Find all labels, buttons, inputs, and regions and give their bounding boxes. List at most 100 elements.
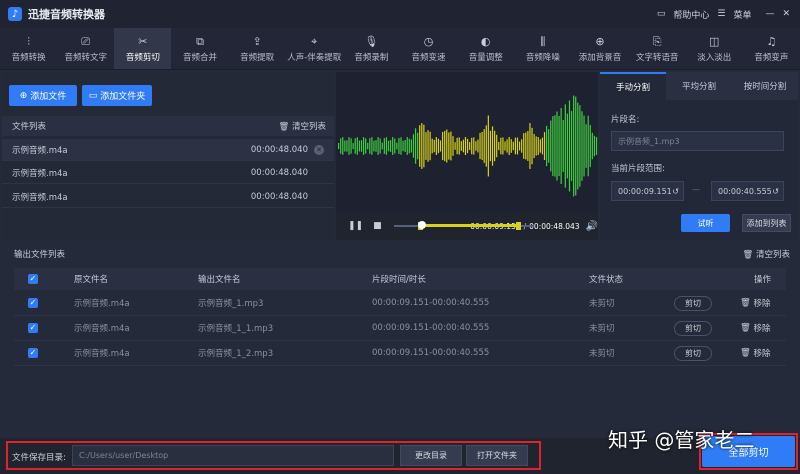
tool-speed[interactable]: ◷ 音频变速 <box>400 28 457 69</box>
wave-bar <box>512 141 514 151</box>
wave-bar <box>539 139 541 153</box>
output-row[interactable]: ✓ 示例音频.m4a 示例音频_1.mp3 00:00:09.151-00:00:40… <box>14 291 786 316</box>
close-button[interactable]: ✕ <box>782 9 790 19</box>
wave-bar <box>523 133 525 159</box>
output-clear-button[interactable]: 🗑 清空列表 <box>742 248 790 260</box>
wave-bar <box>471 137 473 155</box>
waveform-svg <box>338 95 598 197</box>
tool-vocal[interactable]: ⌖ 人声-伴奏提取 <box>286 28 343 69</box>
wave-bar <box>406 137 408 155</box>
tool-tts[interactable]: ⎘ 文字转语音 <box>629 28 686 69</box>
start-time-input[interactable]: 00:00:09.151 ↺ <box>611 181 684 201</box>
wave-bar <box>508 137 510 155</box>
output-row[interactable]: ✓ 示例音频.m4a 示例音频_1_1.mp3 00:00:09.151-00:00:… <box>14 316 786 341</box>
wave-bar <box>427 130 429 162</box>
clear-list-button[interactable]: 🗑 清空列表 <box>278 120 326 132</box>
wave-bar <box>385 137 388 155</box>
file-list-title: 文件列表 <box>12 122 47 132</box>
select-all-checkbox[interactable]: ✓ <box>28 274 38 284</box>
remove-button[interactable]: 🗑 移除 <box>740 316 771 340</box>
tool-merge[interactable]: ⧉ 音频合并 <box>171 28 228 69</box>
wave-bar <box>479 132 481 160</box>
tool-waveform[interactable]: ⫶ 音频转换 <box>0 28 57 69</box>
segment-name-input[interactable]: 示例音频_1.mp3 <box>611 131 784 151</box>
tab-time-split[interactable]: 按时间分割 <box>732 72 798 100</box>
wave-bar <box>585 124 587 168</box>
wave-bar <box>566 113 568 179</box>
source-file: 示例音频.m4a <box>74 349 130 359</box>
save-dir-input[interactable]: C:/Users/user/Desktop <box>72 445 394 466</box>
remove-file-icon[interactable]: ✕ <box>314 144 324 155</box>
preview-button[interactable]: 试听 <box>681 214 730 232</box>
wave-bar <box>417 132 419 160</box>
remove-button[interactable]: 🗑 移除 <box>740 291 771 315</box>
add-folder-button[interactable]: ▭ 添加文件夹 <box>82 85 152 106</box>
menu-icon[interactable]: ☰ <box>717 9 725 19</box>
wave-bar <box>568 100 571 192</box>
wave-bar <box>454 142 456 150</box>
wave-bar <box>456 137 458 155</box>
minimize-button[interactable]: — <box>765 9 774 19</box>
tool-volume[interactable]: ◐ 音量调整 <box>457 28 514 69</box>
voice-change-icon: ♫ <box>766 34 777 48</box>
tool-mic[interactable]: 🎙 音频录制 <box>343 28 400 69</box>
add-to-list-button[interactable]: 添加到列表 <box>742 214 791 232</box>
volume-icon[interactable]: 🔊 <box>586 221 598 232</box>
wave-bar <box>554 115 556 177</box>
merge-icon: ⧉ <box>196 34 204 48</box>
wave-bar <box>433 139 435 153</box>
file-row[interactable]: 示例音频.m4a 00:00:48.040 ✕ <box>2 139 334 161</box>
watermark: 知乎 @管家老二 <box>608 428 755 452</box>
tts-icon: ⎘ <box>652 34 662 48</box>
output-row[interactable]: ✓ 示例音频.m4a 示例音频_1_2.mp3 00:00:09.151-00:00:… <box>14 341 786 366</box>
trash-icon: 🗑 <box>740 323 751 333</box>
range-end-handle[interactable] <box>515 222 521 230</box>
cut-button[interactable]: 剪切 <box>674 295 712 311</box>
wave-bar <box>448 132 450 160</box>
output-header: 输出文件列表 🗑 清空列表 <box>2 242 798 266</box>
tab-average-split[interactable]: 平均分割 <box>666 72 732 100</box>
output-file: 示例音频_1.mp3 <box>198 299 264 309</box>
reset-icon[interactable]: ↺ <box>672 187 679 196</box>
tab-manual-split[interactable]: 手动分割 <box>600 72 666 100</box>
wave-bar <box>450 131 452 161</box>
row-checkbox[interactable]: ✓ <box>28 298 38 308</box>
add-file-button[interactable]: ⊕ 添加文件 <box>9 85 77 106</box>
wave-bar <box>396 142 398 150</box>
help-icon[interactable]: ▭ <box>657 9 666 19</box>
file-row[interactable]: 示例音频.m4a 00:00:48.040 <box>2 186 334 208</box>
cut-button[interactable]: 剪切 <box>674 320 712 336</box>
stop-icon[interactable]: ■ <box>373 221 382 231</box>
playhead[interactable] <box>417 221 426 229</box>
file-row[interactable]: 示例音频.m4a 00:00:48.040 <box>2 162 334 184</box>
row-checkbox[interactable]: ✓ <box>28 323 38 333</box>
tool-text[interactable]: ⎚ 音频转文字 <box>57 28 114 69</box>
pause-icon[interactable]: ❚❚ <box>348 221 363 231</box>
open-folder-button[interactable]: 打开文件夹 <box>466 445 528 466</box>
waveform-display[interactable] <box>336 72 598 212</box>
end-time-input[interactable]: 00:00:40.555 ↺ <box>711 181 784 201</box>
tool-scissors[interactable]: ✂ 音频剪切 <box>114 28 172 69</box>
row-checkbox[interactable]: ✓ <box>28 348 38 358</box>
tool-fade[interactable]: ◫ 淡入淡出 <box>686 28 743 69</box>
cut-button[interactable]: 剪切 <box>674 345 712 361</box>
wave-bar <box>531 127 533 165</box>
wave-bar <box>387 140 390 152</box>
bgm-icon: ⊕ <box>595 34 605 48</box>
seek-bar[interactable] <box>393 221 534 231</box>
help-center-link[interactable]: 帮助中心 <box>673 8 709 21</box>
file-status: 未剪切 <box>589 324 615 334</box>
remove-button[interactable]: 🗑 移除 <box>740 341 771 365</box>
tool-bgm[interactable]: ⊕ 添加背景音 <box>571 28 628 69</box>
wave-bar <box>548 129 550 163</box>
wave-bar <box>338 143 340 149</box>
reset-icon[interactable]: ↺ <box>772 187 779 196</box>
split-tabs: 手动分割 平均分割 按时间分割 <box>600 72 798 100</box>
folder-icon: ▭ <box>88 90 98 101</box>
tool-denoise[interactable]: ⫼ 音频降噪 <box>514 28 571 69</box>
menu-button[interactable]: 菜单 <box>733 8 751 21</box>
wave-bar <box>469 142 471 150</box>
tool-extract[interactable]: ⇪ 音频提取 <box>229 28 286 69</box>
change-dir-button[interactable]: 更改目录 <box>400 445 462 466</box>
tool-voice-change[interactable]: ♫ 音频变声 <box>743 28 800 69</box>
